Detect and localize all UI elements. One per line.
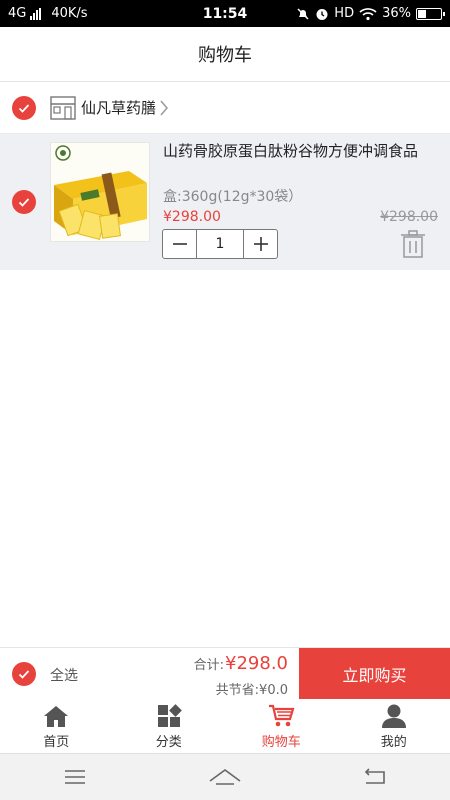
hd-badge: HD bbox=[334, 6, 355, 21]
decrease-button[interactable] bbox=[163, 230, 196, 258]
total-line: 合计: ¥298.0 bbox=[194, 653, 288, 674]
back-nav-button[interactable] bbox=[345, 757, 405, 797]
product-box-image bbox=[51, 143, 149, 241]
product-name[interactable]: 山药骨胶原蛋白肽粉谷物方便冲调食品 bbox=[163, 142, 441, 161]
mute-bell-icon bbox=[297, 7, 309, 20]
tab-label: 首页 bbox=[43, 734, 70, 750]
status-left: 4G 40K/s bbox=[8, 6, 178, 21]
battery-icon bbox=[416, 7, 445, 20]
item-checkbox[interactable] bbox=[12, 190, 36, 214]
product-original-price: ¥298.00 bbox=[380, 209, 438, 225]
profile-icon bbox=[381, 704, 406, 728]
plus-icon bbox=[253, 237, 268, 251]
tab-label: 购物车 bbox=[261, 734, 301, 750]
network-type: 4G bbox=[8, 6, 27, 21]
alarm-icon bbox=[316, 8, 328, 20]
menu-nav-button[interactable] bbox=[45, 757, 105, 797]
checkmark-icon bbox=[18, 103, 30, 113]
checkmark-icon bbox=[18, 198, 30, 207]
shop-row[interactable]: 仙凡草药膳 bbox=[0, 82, 450, 134]
saved-text: 共节省:¥0.0 bbox=[215, 683, 288, 698]
tab-bar: 首页 分类 购物车 我的 bbox=[0, 699, 450, 753]
quantity-value[interactable]: 1 bbox=[196, 230, 244, 258]
tab-cart[interactable]: 购物车 bbox=[225, 699, 338, 753]
total-label: 合计: bbox=[193, 658, 225, 673]
product-spec: 盒:360g(12g*30袋） bbox=[163, 189, 303, 205]
cart-icon bbox=[269, 704, 295, 726]
home-outline-icon bbox=[209, 769, 241, 785]
tab-home[interactable]: 首页 bbox=[0, 699, 113, 753]
buy-now-button[interactable]: 立即购买 bbox=[299, 648, 450, 700]
status-right: HD 36% bbox=[272, 6, 445, 21]
tab-label: 分类 bbox=[155, 734, 182, 750]
home-icon bbox=[44, 705, 69, 727]
app-root: 4G 40K/s 11:54 HD 36% 购物车 仙凡草药膳 山药骨胶原蛋白肽… bbox=[0, 0, 450, 800]
signal-icon bbox=[30, 7, 42, 20]
tab-profile[interactable]: 我的 bbox=[338, 699, 450, 753]
page-title: 购物车 bbox=[198, 45, 252, 66]
trash-icon[interactable] bbox=[398, 229, 428, 259]
home-nav-button[interactable] bbox=[195, 757, 255, 797]
status-bar: 4G 40K/s 11:54 HD 36% bbox=[0, 0, 450, 27]
tab-category[interactable]: 分类 bbox=[113, 699, 226, 753]
store-icon bbox=[50, 95, 76, 120]
wifi-icon bbox=[359, 7, 377, 20]
minus-icon bbox=[172, 243, 187, 245]
shop-checkbox[interactable] bbox=[12, 95, 36, 120]
chevron-right-icon[interactable] bbox=[159, 99, 169, 117]
quantity-stepper: 1 bbox=[162, 229, 278, 259]
battery-percent: 36% bbox=[382, 6, 411, 21]
increase-button[interactable] bbox=[244, 230, 277, 258]
system-nav-bar bbox=[0, 753, 450, 800]
network-speed: 40K/s bbox=[51, 6, 88, 21]
shop-name[interactable]: 仙凡草药膳 bbox=[81, 97, 156, 118]
product-image[interactable] bbox=[50, 142, 150, 242]
category-icon bbox=[157, 703, 182, 727]
tab-label: 我的 bbox=[380, 734, 407, 750]
back-icon bbox=[364, 768, 385, 784]
cart-item: 山药骨胶原蛋白肽粉谷物方便冲调食品 盒:360g(12g*30袋） ¥298.0… bbox=[0, 134, 450, 270]
menu-icon bbox=[65, 770, 85, 784]
checkmark-icon bbox=[18, 670, 30, 679]
checkout-bar: 全选 合计: ¥298.0 共节省:¥0.0 立即购买 bbox=[0, 647, 450, 700]
select-all-checkbox[interactable] bbox=[12, 662, 36, 686]
total-value: ¥298.0 bbox=[225, 653, 288, 674]
page-header: 购物车 bbox=[0, 27, 450, 82]
status-time: 11:54 bbox=[202, 5, 248, 22]
product-price: ¥298.00 bbox=[163, 209, 221, 225]
select-all-label[interactable]: 全选 bbox=[50, 665, 78, 685]
